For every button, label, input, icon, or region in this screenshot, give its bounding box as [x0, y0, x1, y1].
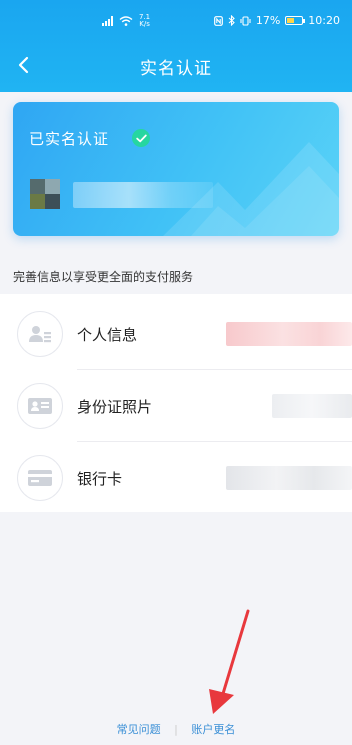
masked-value: [226, 322, 352, 346]
battery-percent: 17%: [255, 14, 281, 27]
battery-icon: [285, 16, 306, 25]
status-right: 17% 10:20: [213, 14, 340, 27]
faq-link[interactable]: 常见问题: [117, 721, 161, 737]
page-title: 实名认证: [140, 59, 212, 79]
network-speed: 7.1 K/s: [139, 14, 150, 28]
navigation-bar: 实名认证: [0, 42, 352, 88]
person-card-icon: [17, 311, 63, 357]
info-list: 个人信息 身份证照片 银行卡: [0, 294, 352, 512]
bank-card-icon: [17, 455, 63, 501]
cellular-signal-icon: [102, 16, 113, 26]
list-item-personal-info[interactable]: 个人信息: [0, 298, 352, 370]
masked-value: [272, 394, 352, 418]
network-speed-unit: K/s: [139, 20, 150, 28]
header: 7.1 K/s 17% 10:20 实名认证: [0, 0, 352, 92]
verified-status-text: 已实名认证: [29, 130, 110, 148]
status-left: 7.1 K/s: [102, 14, 150, 28]
list-item-label: 个人信息: [77, 326, 138, 344]
id-card-icon: [17, 383, 63, 429]
masked-avatar: [30, 179, 60, 209]
card-watermark: [163, 142, 339, 236]
footer-links: 常见问题 | 账户更名: [0, 721, 352, 737]
account-rename-link[interactable]: 账户更名: [191, 721, 235, 737]
wifi-icon: [119, 16, 133, 26]
masked-name: [73, 182, 213, 208]
list-item-bank-card[interactable]: 银行卡: [0, 442, 352, 514]
section-subtitle: 完善信息以享受更全面的支付服务: [13, 270, 194, 284]
masked-value: [226, 466, 352, 490]
list-item-id-photo[interactable]: 身份证照片: [0, 370, 352, 442]
clock: 10:20: [308, 14, 340, 27]
list-item-label: 身份证照片: [77, 398, 153, 416]
verification-card: 已实名认证: [13, 102, 339, 236]
nfc-icon: [213, 15, 223, 26]
footer-separator: |: [174, 723, 178, 736]
bluetooth-icon: [228, 15, 235, 26]
status-bar: 7.1 K/s 17% 10:20: [0, 0, 352, 42]
list-item-label: 银行卡: [77, 470, 123, 488]
checkmark-icon: [132, 129, 150, 147]
vibrate-icon: [240, 15, 251, 26]
